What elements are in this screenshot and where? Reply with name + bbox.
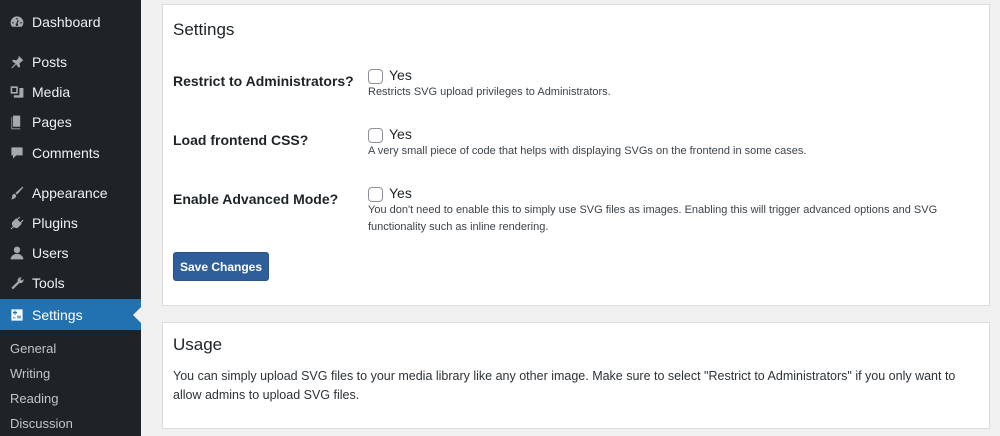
sidebar-item-label: Media [32,84,71,100]
admin-sidebar: Dashboard Posts Media Pages Comments App… [0,0,141,436]
sidebar-item-plugins[interactable]: Plugins [0,208,141,238]
sidebar-item-appearance[interactable]: Appearance [0,178,141,208]
load-frontend-css-description: A very small piece of code that helps wi… [368,145,807,157]
plugin-icon [9,215,25,231]
brush-icon [9,185,25,201]
comment-icon [9,145,25,161]
load-frontend-css-option[interactable]: Yes [389,126,412,142]
usage-text: You can simply upload SVG files to your … [173,369,956,402]
load-frontend-css-checkbox[interactable] [368,128,383,143]
media-icon [9,84,25,100]
submenu-item-discussion[interactable]: Discussion [10,416,73,431]
wrench-icon [9,275,25,291]
pin-icon [9,54,25,70]
submenu-item-general[interactable]: General [10,341,56,356]
sidebar-item-label: Tools [32,275,65,291]
sidebar-item-label: Users [32,245,69,261]
sidebar-item-label: Settings [32,306,83,323]
sidebar-item-label: Pages [32,114,72,130]
advanced-mode-description: You don't need to enable this to simply … [368,204,938,216]
restrict-admins-label: Restrict to Administrators? [173,73,354,89]
settings-icon [9,307,25,323]
advanced-mode-option[interactable]: Yes [389,185,412,201]
load-frontend-css-label: Load frontend CSS? [173,132,309,148]
sidebar-item-tools[interactable]: Tools [0,268,141,298]
advanced-mode-description-line2: functionality such as inline rendering. [368,221,549,233]
advanced-mode-label: Enable Advanced Mode? [173,191,339,207]
advanced-mode-checkbox[interactable] [368,187,383,202]
sidebar-item-label: Comments [32,145,100,161]
submenu-item-reading[interactable]: Reading [10,391,58,406]
restrict-admins-checkbox[interactable] [368,69,383,84]
save-changes-button[interactable]: Save Changes [173,252,269,281]
usage-title: Usage [173,335,223,354]
sidebar-item-dashboard[interactable]: Dashboard [0,7,141,37]
restrict-admins-description: Restricts SVG upload privileges to Admin… [368,86,611,98]
sidebar-item-media[interactable]: Media [0,77,141,107]
pages-icon [9,114,25,130]
sidebar-item-label: Plugins [32,215,78,231]
user-icon [9,245,25,261]
dashboard-icon [9,14,25,30]
sidebar-item-pages[interactable]: Pages [0,107,141,137]
settings-panel: Settings Restrict to Administrators? Yes… [162,4,990,306]
submenu-item-writing[interactable]: Writing [10,366,50,381]
sidebar-item-label: Posts [32,54,68,70]
restrict-admins-option[interactable]: Yes [389,67,412,83]
sidebar-item-users[interactable]: Users [0,238,141,268]
usage-panel: Usage You can simply upload SVG files to… [162,322,990,429]
settings-title: Settings [173,20,235,39]
sidebar-item-posts[interactable]: Posts [0,47,141,77]
sidebar-item-comments[interactable]: Comments [0,138,141,168]
sidebar-item-label: Appearance [32,185,108,201]
sidebar-item-label: Dashboard [32,14,101,30]
sidebar-item-settings[interactable]: Settings [0,299,141,330]
